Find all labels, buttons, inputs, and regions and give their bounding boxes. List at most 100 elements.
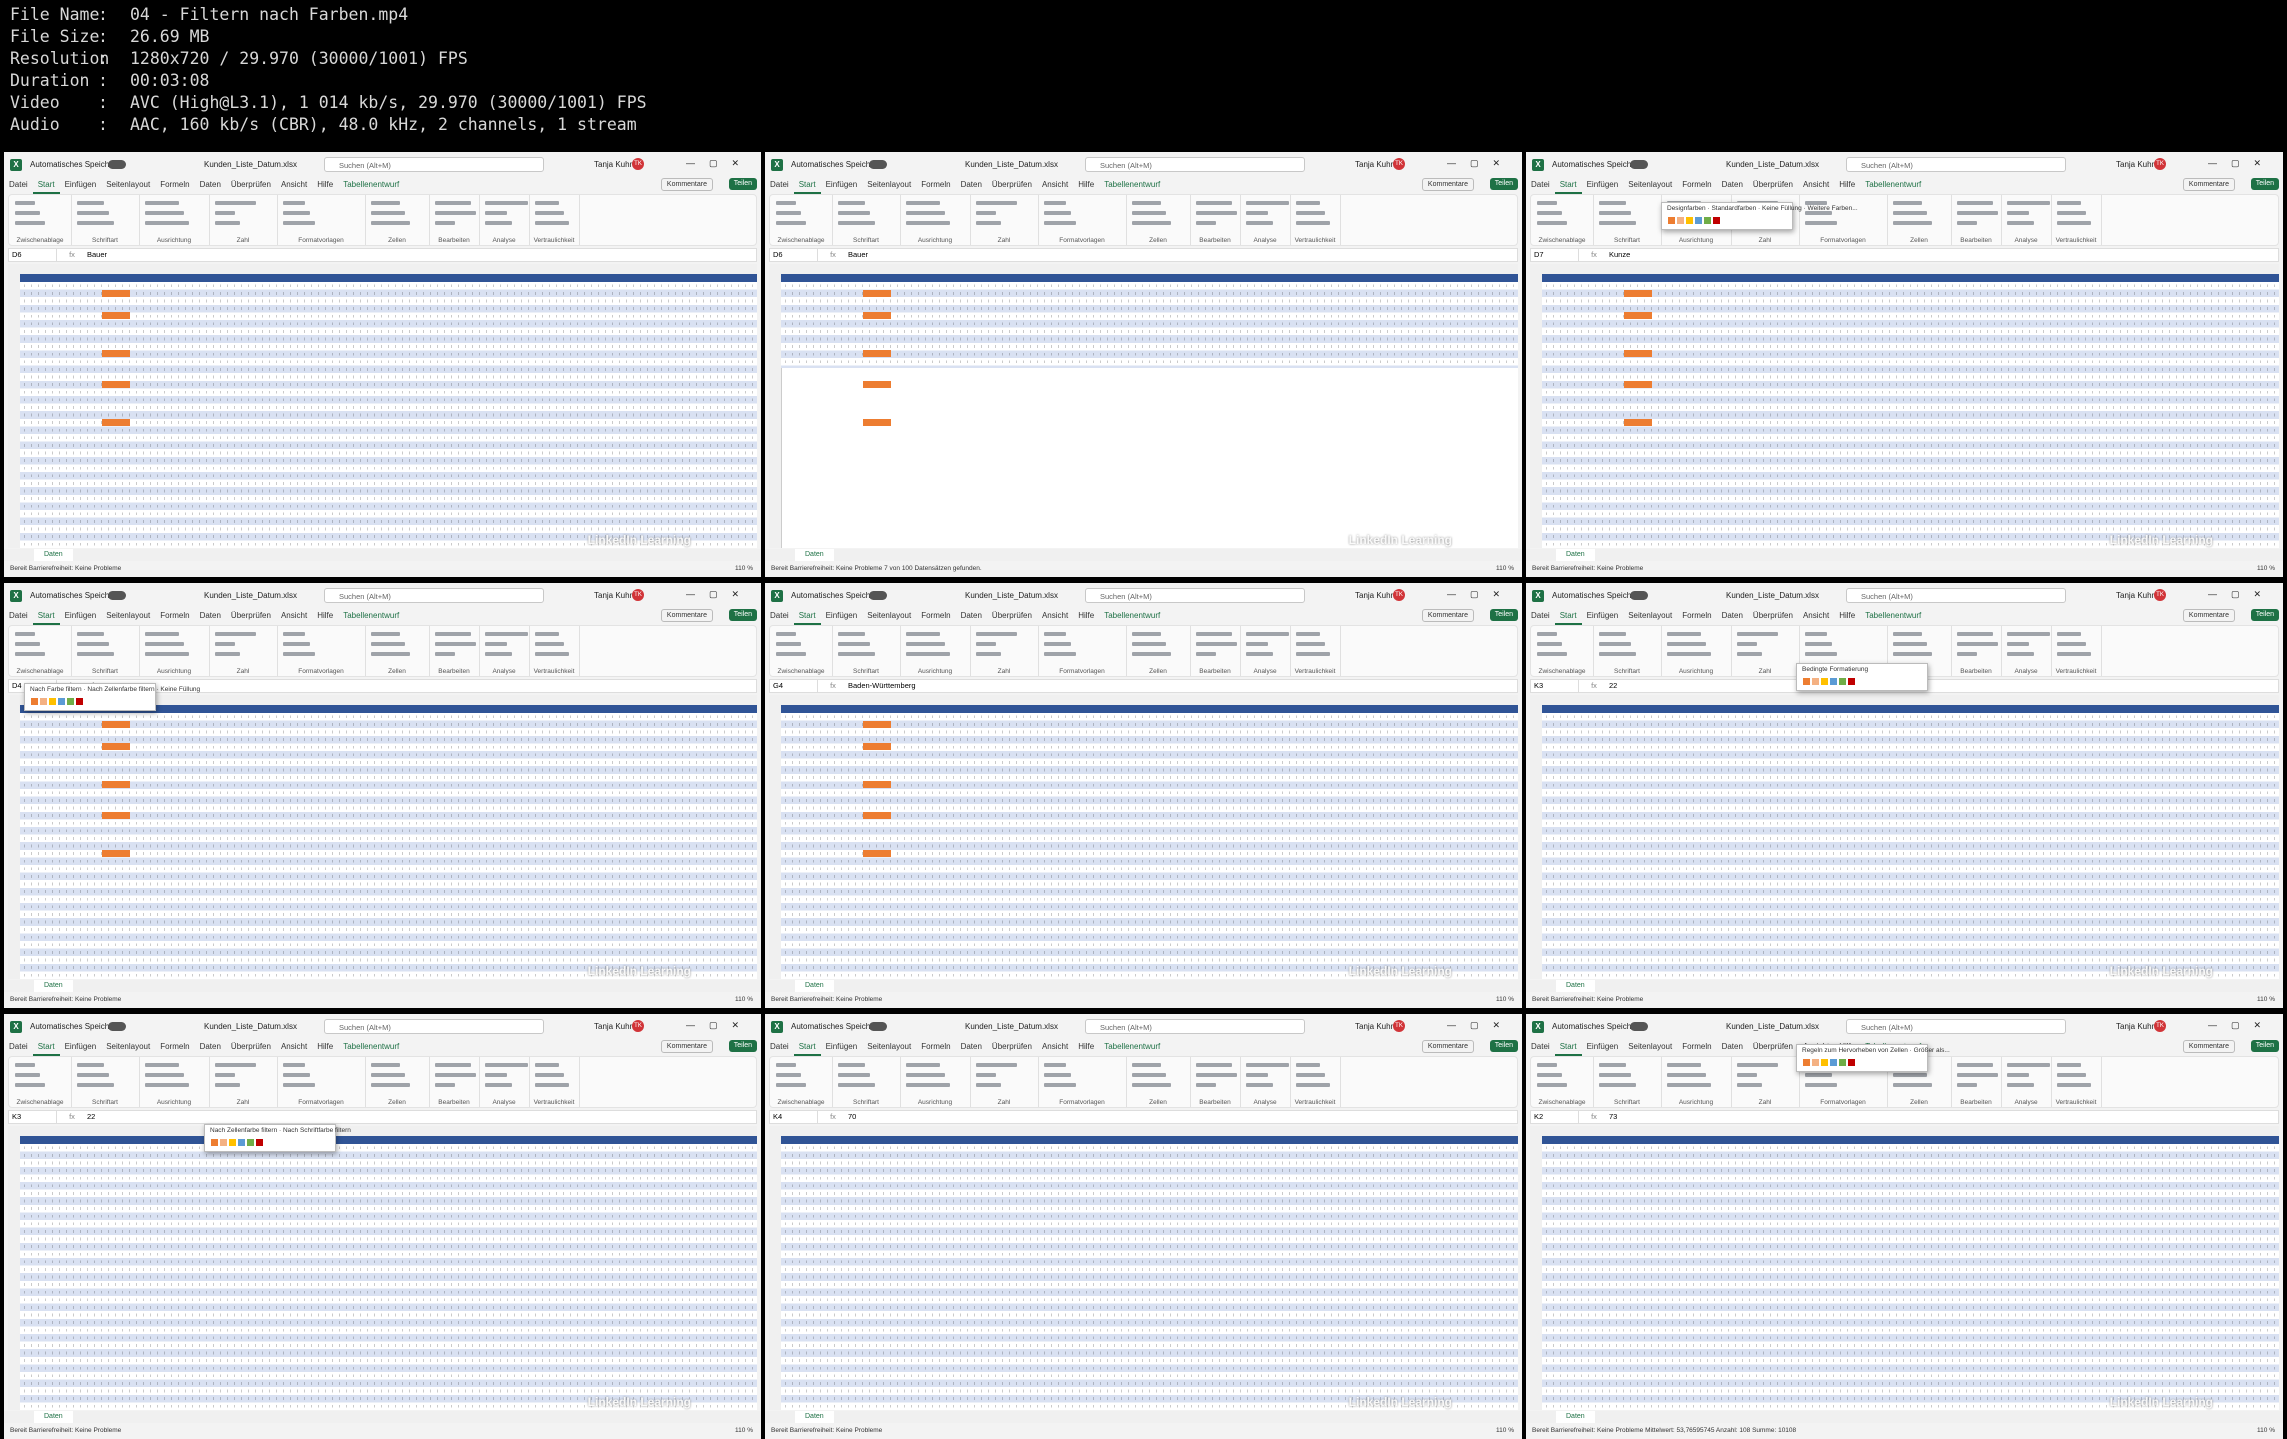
ribbon-control[interactable]	[77, 1063, 104, 1067]
search-box[interactable]: Suchen (Alt+M)	[1085, 588, 1305, 603]
avatar[interactable]: TK	[632, 158, 644, 170]
color-swatch[interactable]	[256, 1139, 263, 1146]
tab-datei[interactable]: Datei	[4, 609, 33, 623]
ribbon-control[interactable]	[15, 1063, 35, 1067]
ribbon-control[interactable]	[906, 1073, 945, 1077]
ribbon-control[interactable]	[2057, 201, 2081, 205]
ribbon-control[interactable]	[1737, 632, 1778, 636]
name-box[interactable]: K2	[1531, 1111, 1579, 1123]
ribbon-control[interactable]	[1599, 201, 1626, 205]
zoom-level[interactable]: 110 %	[2257, 1423, 2275, 1439]
ribbon-control[interactable]	[283, 201, 305, 205]
zoom-level[interactable]: 110 %	[1496, 1423, 1514, 1439]
tab-seitenlayout[interactable]: Seitenlayout	[101, 609, 155, 623]
ribbon-control[interactable]	[1599, 1083, 1636, 1087]
tab-daten[interactable]: Daten	[195, 609, 226, 623]
tab-formeln[interactable]: Formeln	[1677, 609, 1716, 623]
comments-button[interactable]: Kommentare	[2182, 609, 2235, 622]
tab-start[interactable]: Start	[793, 178, 821, 194]
ribbon-control[interactable]	[2057, 632, 2081, 636]
comments-button[interactable]: Kommentare	[1421, 609, 1474, 622]
share-button[interactable]: Teilen	[728, 178, 757, 190]
ribbon-control[interactable]	[15, 652, 45, 656]
tab-hilfe[interactable]: Hilfe	[1073, 178, 1099, 192]
color-swatch[interactable]	[1812, 678, 1819, 685]
ribbon-control[interactable]	[1537, 642, 1562, 646]
color-swatch[interactable]	[220, 1139, 227, 1146]
tab-seitenlayout[interactable]: Seitenlayout	[1623, 1040, 1677, 1054]
ribbon-control[interactable]	[1132, 1083, 1171, 1087]
ribbon-control[interactable]	[1805, 1073, 1832, 1077]
window-controls[interactable]: —▢✕	[1447, 589, 1514, 600]
ribbon-control[interactable]	[283, 1073, 310, 1077]
avatar[interactable]: TK	[2154, 1020, 2166, 1032]
ribbon-control[interactable]	[1667, 1063, 1701, 1067]
formula-input[interactable]: Bauer	[848, 250, 868, 259]
tab-ansicht[interactable]: Ansicht	[1037, 609, 1073, 623]
avatar[interactable]: TK	[1393, 1020, 1405, 1032]
ribbon-control[interactable]	[283, 632, 305, 636]
avatar[interactable]: TK	[1393, 158, 1405, 170]
highlighted-cell[interactable]	[863, 720, 891, 728]
tab-formeln[interactable]: Formeln	[1677, 1040, 1716, 1054]
ribbon-control[interactable]	[1599, 1073, 1631, 1077]
ribbon-control[interactable]	[1196, 211, 1237, 215]
formula-input[interactable]: 73	[1609, 1112, 1617, 1121]
ribbon-control[interactable]	[1957, 211, 1998, 215]
ribbon-control[interactable]	[435, 1063, 471, 1067]
ribbon-control[interactable]	[1132, 221, 1171, 225]
window-controls[interactable]: —▢✕	[686, 1020, 753, 1031]
tab-überprüfen[interactable]: Überprüfen	[1748, 609, 1798, 623]
ribbon-control[interactable]	[1296, 221, 1330, 225]
ribbon-control[interactable]	[435, 211, 476, 215]
ribbon-control[interactable]	[776, 632, 796, 636]
ribbon-control[interactable]	[1957, 201, 1993, 205]
ribbon-control[interactable]	[838, 221, 875, 225]
color-swatch[interactable]	[1803, 678, 1810, 685]
ribbon-control[interactable]	[371, 632, 400, 636]
ribbon-control[interactable]	[2057, 652, 2091, 656]
share-button[interactable]: Teilen	[728, 1040, 757, 1052]
window-controls[interactable]: —▢✕	[686, 589, 753, 600]
avatar[interactable]: TK	[2154, 589, 2166, 601]
ribbon-control[interactable]	[1246, 211, 1268, 215]
avatar[interactable]: TK	[632, 589, 644, 601]
tab-tabellenentwurf[interactable]: Tabellenentwurf	[1099, 609, 1165, 623]
tab-tabellenentwurf[interactable]: Tabellenentwurf	[1860, 609, 1926, 623]
name-box[interactable]: K3	[1531, 680, 1579, 692]
ribbon-control[interactable]	[1196, 1073, 1237, 1077]
ribbon-control[interactable]	[1296, 211, 1325, 215]
window-controls[interactable]: —▢✕	[1447, 1020, 1514, 1031]
ribbon-control[interactable]	[1737, 652, 1762, 656]
zoom-level[interactable]: 110 %	[1496, 992, 1514, 1008]
highlighted-cell[interactable]	[863, 380, 891, 388]
tab-formeln[interactable]: Formeln	[1677, 178, 1716, 192]
share-button[interactable]: Teilen	[728, 609, 757, 621]
tab-hilfe[interactable]: Hilfe	[1073, 609, 1099, 623]
search-box[interactable]: Suchen (Alt+M)	[1846, 157, 2066, 172]
ribbon-control[interactable]	[435, 201, 471, 205]
tab-tabellenentwurf[interactable]: Tabellenentwurf	[1099, 1040, 1165, 1054]
ribbon-control[interactable]	[1737, 1063, 1778, 1067]
ribbon-control[interactable]	[435, 1073, 476, 1077]
ribbon-control[interactable]	[1132, 211, 1166, 215]
tab-datei[interactable]: Datei	[1526, 609, 1555, 623]
ribbon-control[interactable]	[485, 1083, 512, 1087]
ribbon-control[interactable]	[906, 632, 940, 636]
window-controls[interactable]: —▢✕	[1447, 158, 1514, 169]
autosave-toggle[interactable]	[108, 591, 126, 600]
tab-ansicht[interactable]: Ansicht	[1037, 178, 1073, 192]
ribbon-control[interactable]	[1805, 642, 1832, 646]
ribbon-control[interactable]	[215, 221, 240, 225]
color-swatch[interactable]	[40, 698, 47, 705]
ribbon-control[interactable]	[215, 1083, 240, 1087]
ribbon-control[interactable]	[1667, 1083, 1711, 1087]
ribbon-control[interactable]	[1893, 1073, 1927, 1077]
ribbon-control[interactable]	[283, 642, 310, 646]
ribbon-control[interactable]	[77, 652, 114, 656]
name-box[interactable]: K3	[9, 1111, 57, 1123]
highlighted-cell[interactable]	[102, 811, 130, 819]
ribbon-control[interactable]	[1599, 1063, 1626, 1067]
avatar[interactable]: TK	[1393, 589, 1405, 601]
highlighted-cell[interactable]	[102, 418, 130, 426]
